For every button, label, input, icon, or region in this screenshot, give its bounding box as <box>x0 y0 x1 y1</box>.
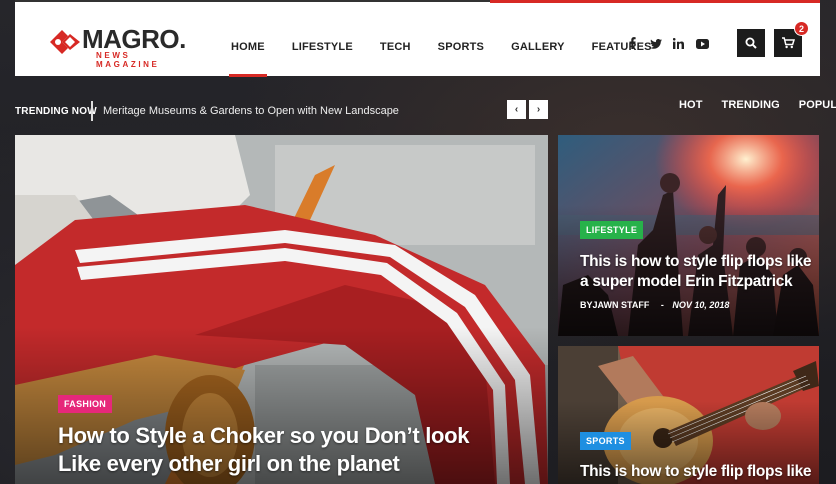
post-date: NOV 10, 2018 <box>672 300 730 310</box>
trending-prev-button[interactable]: ‹ <box>507 100 526 119</box>
tab-hot[interactable]: HOT <box>679 99 703 111</box>
cart-button[interactable]: 2 <box>774 21 809 57</box>
header-accent-bar <box>490 0 820 3</box>
featured-side-title-1[interactable]: This is how to style flip flops like a s… <box>580 252 815 292</box>
category-badge-sports[interactable]: SPORTS <box>580 432 631 450</box>
featured-side-card-1[interactable]: LIFESTYLE This is how to style flip flop… <box>558 135 819 336</box>
nav-item-gallery[interactable]: GALLERY <box>511 41 565 53</box>
post-author[interactable]: BYJAWN STAFF <box>580 300 649 310</box>
featured-main-card[interactable]: FASHION How to Style a Choker so you Don… <box>15 135 548 484</box>
category-badge-lifestyle[interactable]: LIFESTYLE <box>580 221 644 239</box>
nav-item-home[interactable]: HOME <box>229 41 267 77</box>
logo-tagline: NEWS MAGAZINE <box>96 51 160 69</box>
search-button[interactable] <box>737 29 765 57</box>
trending-divider <box>91 101 93 121</box>
featured-side-card-2[interactable]: SPORTS This is how to style flip flops l… <box>558 346 819 484</box>
search-icon <box>745 37 757 49</box>
featured-side-title-2[interactable]: This is how to style flip flops like <box>580 462 815 482</box>
youtube-icon[interactable] <box>696 38 709 52</box>
filter-tabs: HOT TRENDING POPULAR <box>679 99 836 111</box>
nav-item-sports[interactable]: SPORTS <box>438 41 484 53</box>
logo-mark-icon <box>50 30 80 54</box>
post-meta: BYJAWN STAFF - NOV 10, 2018 <box>580 300 729 310</box>
social-links <box>627 37 709 52</box>
featured-main-title[interactable]: How to Style a Choker so you Don’t look … <box>58 422 528 478</box>
cart-count-badge: 2 <box>794 21 809 36</box>
trending-headline-link[interactable]: Meritage Museums & Gardens to Open with … <box>103 105 399 117</box>
tab-trending[interactable]: TRENDING <box>722 99 780 111</box>
twitter-icon[interactable] <box>650 38 662 52</box>
trending-now-label: TRENDING NOW <box>15 106 97 117</box>
site-logo[interactable]: MAGRO. NEWS MAGAZINE <box>48 24 198 69</box>
nav-item-lifestyle[interactable]: LIFESTYLE <box>292 41 353 53</box>
tab-popular[interactable]: POPULAR <box>799 99 836 111</box>
linkedin-icon[interactable] <box>672 37 684 52</box>
trending-next-button[interactable]: › <box>529 100 548 119</box>
main-nav: HOME LIFESTYLE TECH SPORTS GALLERY FEATU… <box>229 41 679 77</box>
category-badge-fashion[interactable]: FASHION <box>58 395 113 413</box>
site-header: MAGRO. NEWS MAGAZINE HOME LIFESTYLE TECH… <box>15 0 820 77</box>
facebook-icon[interactable] <box>627 37 637 52</box>
nav-item-tech[interactable]: TECH <box>380 41 411 53</box>
cart-icon <box>781 37 795 49</box>
meta-separator: - <box>660 300 664 310</box>
